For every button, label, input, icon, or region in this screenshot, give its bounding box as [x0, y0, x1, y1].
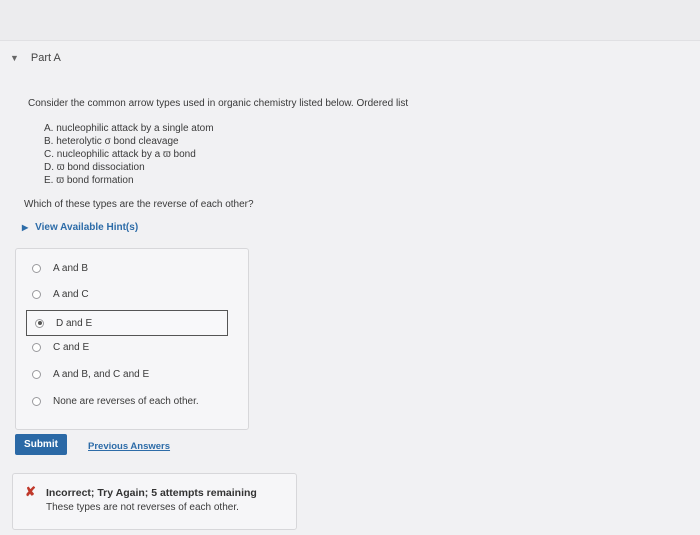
option-label: C and E — [53, 342, 90, 353]
option-label: None are reverses of each other. — [53, 396, 199, 407]
collapse-caret-icon[interactable]: ▼ — [10, 53, 19, 63]
option-label: A and C — [53, 289, 89, 300]
option-a-and-b[interactable]: A and B — [32, 263, 88, 274]
top-band — [0, 0, 700, 41]
list-item: E. ϖ bond formation — [44, 175, 134, 186]
list-item: B. heterolytic σ bond cleavage — [44, 136, 179, 147]
feedback-message: These types are not reverses of each oth… — [46, 502, 239, 513]
question-prompt: Which of these types are the reverse of … — [24, 199, 254, 210]
feedback-box: ✘ Incorrect; Try Again; 5 attempts remai… — [12, 473, 297, 530]
option-none[interactable]: None are reverses of each other. — [32, 396, 199, 407]
option-label: A and B, and C and E — [53, 369, 150, 380]
option-a-b-and-c-e[interactable]: A and B, and C and E — [32, 369, 149, 380]
option-label: D and E — [56, 317, 93, 329]
option-d-and-e[interactable]: D and E — [26, 310, 228, 336]
list-item: C. nucleophilic attack by a ϖ bond — [44, 149, 196, 160]
radio-button[interactable] — [32, 343, 41, 352]
radio-button[interactable] — [32, 370, 41, 379]
answer-options: A and B A and C D and E C and E A and B,… — [15, 248, 249, 430]
part-title: Part A — [30, 52, 61, 64]
incorrect-x-icon: ✘ — [25, 484, 36, 499]
radio-button[interactable] — [32, 290, 41, 299]
list-item: D. ϖ bond dissociation — [44, 162, 145, 173]
page: ▼ Part A Consider the common arrow types… — [0, 0, 700, 535]
list-item: A. nucleophilic attack by a single atom — [44, 123, 214, 134]
part-header[interactable]: ▼ Part A — [10, 52, 61, 64]
previous-answers-link[interactable]: Previous Answers — [88, 441, 170, 452]
option-label: A and B — [53, 263, 89, 274]
radio-button[interactable] — [32, 397, 41, 406]
view-hints-label: View Available Hint(s) — [35, 222, 139, 233]
view-hints-link[interactable]: ▶ View Available Hint(s) — [22, 222, 138, 233]
feedback-title: Incorrect; Try Again; 5 attempts remaini… — [46, 487, 257, 499]
radio-button-selected[interactable] — [35, 318, 44, 328]
option-c-and-e[interactable]: C and E — [32, 342, 89, 353]
option-a-and-c[interactable]: A and C — [32, 289, 89, 300]
caret-right-icon: ▶ — [22, 223, 29, 232]
radio-button[interactable] — [32, 264, 41, 273]
question-intro: Consider the common arrow types used in … — [28, 98, 409, 109]
ordered-list: A. nucleophilic attack by a single atom … — [44, 122, 214, 187]
submit-button[interactable]: Submit — [15, 434, 67, 455]
